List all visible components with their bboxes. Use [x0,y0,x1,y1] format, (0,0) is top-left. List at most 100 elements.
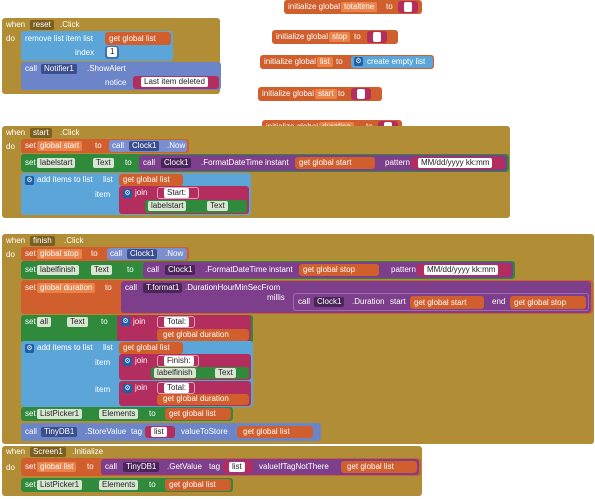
set-global-start-block[interactable]: set global start to call Clock1 .Now [21,139,189,153]
pattern-text[interactable]: MM/dd/yyyy kk:mm [424,265,499,275]
clock-dropdown[interactable]: Clock1 [165,265,196,275]
notifier-dropdown[interactable]: Notifier1 [41,64,77,74]
gear-icon[interactable]: ⚙ [354,57,363,66]
total-text[interactable]: Total: [164,383,190,393]
create-empty-list-block[interactable]: ⚙ create empty list [351,56,433,68]
var-dropdown[interactable]: global stop [37,249,82,259]
event-start-click[interactable]: when start .Click do set global start to… [2,126,510,218]
set-labelstart-text-block[interactable]: set labelstart Text to call Clock1 .Form… [21,154,509,172]
remove-list-item-block[interactable]: remove list item list get global list in… [21,31,173,61]
empty-text-block[interactable] [367,31,387,43]
set-global-stop-block[interactable]: set global stop to call Clock1 .Now [21,247,189,261]
labelstart-text-getter[interactable]: labelstart Text [145,200,247,213]
clock-now-block[interactable]: call Clock1 .Now [107,248,187,260]
add-items-to-list-block[interactable]: ⚙ add items to list list get global list… [21,173,251,215]
tinydb-getvalue-block[interactable]: call TinyDB1 .GetValue tag list valueIfT… [101,459,419,475]
var-name[interactable]: stop [329,32,351,42]
event-finish-click[interactable]: when finish .Click do set global stop to… [2,234,594,444]
start-text[interactable]: Start: [164,188,190,198]
get-global-duration-block[interactable]: get global duration [157,329,249,341]
join-block[interactable]: ⚙ join Total: get global duration [117,315,251,342]
get-global-list-block[interactable]: get global list [119,342,183,354]
get-global-stop-block[interactable]: get global stop [299,264,379,276]
clock-dropdown[interactable]: Clock1 [161,158,192,168]
duration-hms-block[interactable]: call T.format1 .DurationHourMinSecFrom m… [121,281,591,313]
set-listpicker-elements-block[interactable]: set ListPicker1 Elements to get global l… [21,407,233,421]
property-dropdown[interactable]: Text [67,317,88,327]
text-block[interactable]: Last item deleted [133,76,219,89]
text-block[interactable]: Finish: [157,355,199,367]
gear-icon[interactable]: ⚙ [25,344,34,353]
get-global-list-block[interactable]: get global list [165,408,231,420]
get-global-start-block[interactable]: get global start [295,157,375,169]
labelfinish-text-getter[interactable]: labelfinish Text [151,367,249,379]
get-global-stop-block[interactable]: get global stop [510,296,586,309]
finish-text[interactable]: Finish: [164,356,194,366]
component-dropdown[interactable]: finish [30,236,55,246]
property-dropdown[interactable]: Text [215,368,236,378]
init-global-totaltime[interactable]: initialize global totaltime to [284,0,422,14]
clock-duration-block[interactable]: call Clock1 .Duration start get global s… [293,293,589,311]
pattern-text[interactable]: MM/dd/yyyy kk:mm [418,158,493,168]
var-name[interactable]: list [317,57,333,67]
init-global-start[interactable]: initialize global start to [258,87,382,101]
event-reset-click[interactable]: when reset .Click do remove list item li… [2,18,221,94]
tinydb-dropdown[interactable]: TinyDB1 [123,462,160,472]
component-dropdown[interactable]: start [30,128,52,138]
get-global-duration-block[interactable]: get global duration [157,394,249,405]
empty-text-block[interactable] [351,88,371,100]
join-block[interactable]: ⚙ join Finish: labelfinish Text [119,354,251,380]
init-global-list[interactable]: initialize global list to ⚙ create empty… [260,55,434,69]
var-name[interactable]: start [315,89,337,99]
property-dropdown[interactable]: Elements [99,409,139,419]
get-global-list-block[interactable]: get global list [165,479,231,491]
set-all-text-block[interactable]: set all Text to ⚙ join Total: get global… [21,315,253,343]
property-dropdown[interactable]: Elements [99,480,139,490]
component-dropdown[interactable]: labelfinish [37,265,79,275]
total-text[interactable]: Total: [164,317,190,327]
notifier-showalert-block[interactable]: call Notifier1 .ShowAlert notice Last it… [21,62,221,90]
set-global-list-block[interactable]: set global list to call TinyDB1 .GetValu… [21,458,421,476]
index-value[interactable]: 1 [107,47,118,57]
get-global-list-block[interactable]: get global list [119,174,183,186]
text-block[interactable]: Total: [157,316,195,328]
component-dropdown[interactable]: labelstart [148,201,187,211]
clock-dropdown[interactable]: Clock1 [127,249,158,259]
gear-icon[interactable]: ⚙ [123,357,132,366]
gear-icon[interactable]: ⚙ [123,189,132,198]
tinydb-storevalue-block[interactable]: call TinyDB1 .StoreValue tag list valueT… [21,423,321,441]
empty-text-block[interactable] [398,1,418,13]
tformat-dropdown[interactable]: T.format1 [143,283,183,293]
gear-icon[interactable]: ⚙ [123,384,132,393]
pattern-text-block[interactable]: MM/dd/yyyy kk:mm [411,157,505,169]
set-labelfinish-text-block[interactable]: set labelfinish Text to call Clock1 .For… [21,261,515,279]
join-block[interactable]: ⚙ join Total: get global duration [119,381,251,406]
add-items-to-list-block[interactable]: ⚙ add items to list list get global list… [21,341,253,407]
set-global-duration-block[interactable]: set global duration to call T.format1 .D… [21,280,593,314]
get-global-list-block[interactable]: get global list [105,32,171,45]
tag-text-block[interactable]: list [223,461,253,473]
format-datetime-block[interactable]: call Clock1 .FormatDateTime instant get … [139,155,507,171]
property-dropdown[interactable]: Text [207,201,228,211]
init-global-stop[interactable]: initialize global stop to [272,30,398,44]
pattern-text-block[interactable]: MM/dd/yyyy kk:mm [417,264,511,276]
property-dropdown[interactable]: Text [93,158,114,168]
property-dropdown[interactable]: Text [91,265,112,275]
number-block[interactable]: 1 [105,46,119,59]
component-dropdown[interactable]: ListPicker1 [37,480,83,490]
component-dropdown[interactable]: ListPicker1 [37,409,83,419]
var-dropdown[interactable]: global list [37,462,77,472]
clock-now-block[interactable]: call Clock1 .Now [109,140,187,152]
notice-text[interactable]: Last item deleted [141,77,208,87]
tag-text[interactable]: list [229,462,245,472]
gear-icon[interactable]: ⚙ [25,176,34,185]
event-screen1-initialize[interactable]: when Screen1 .Initialize do set global l… [2,446,422,496]
clock-dropdown[interactable]: Clock1 [129,141,160,151]
set-listpicker-elements-block[interactable]: set ListPicker1 Elements to get global l… [21,478,233,492]
component-dropdown[interactable]: Screen1 [30,447,66,457]
var-dropdown[interactable]: global duration [37,283,96,293]
text-block[interactable]: Start: [157,187,199,199]
component-dropdown[interactable]: all [37,317,52,327]
component-dropdown[interactable]: labelfinish [154,368,196,378]
get-global-start-block[interactable]: get global start [410,296,484,309]
